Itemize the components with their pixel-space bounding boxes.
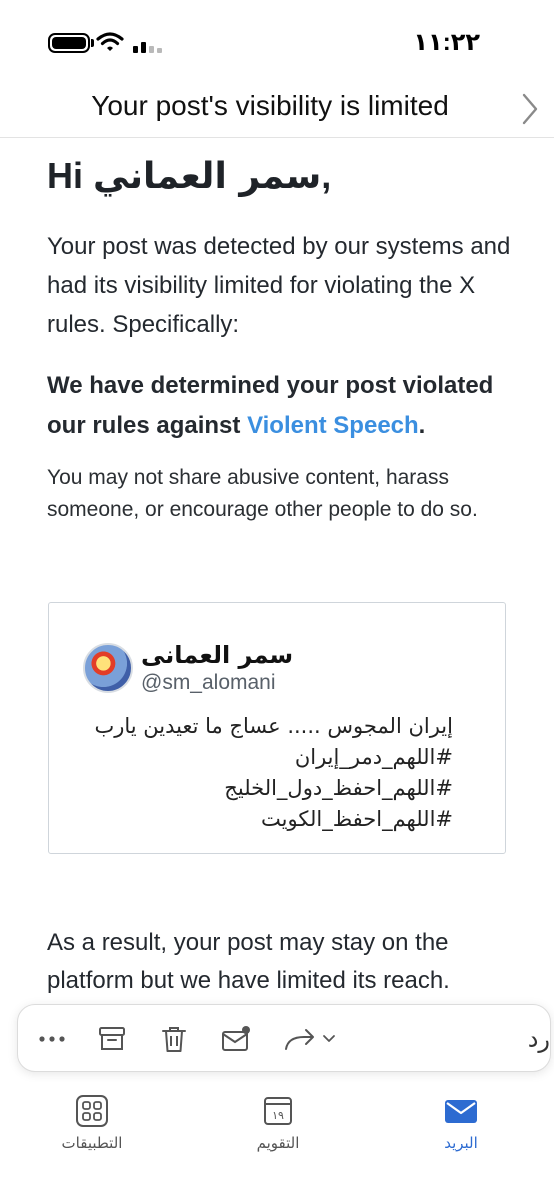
calendar-day: ١٩: [272, 1109, 284, 1122]
tweet-text-line: إيران المجوس ..... عساج ما تعيدين يارب: [94, 714, 453, 738]
tab-apps[interactable]: التطبيقات: [37, 1094, 147, 1164]
chevron-right-icon[interactable]: [520, 92, 540, 126]
calendar-icon: ١٩: [264, 1097, 292, 1125]
mail-icon: [445, 1100, 477, 1123]
tab-calendar-label: التقويم: [256, 1134, 300, 1152]
tweet-text-line: #اللهم_احفظ_الكويت: [261, 807, 453, 831]
rule-description: You may not share abusive content, haras…: [47, 466, 478, 521]
violent-speech-link[interactable]: Violent Speech: [247, 412, 419, 439]
tweet-text-line: #اللهم_دمر_إيران #اللهم_احفظ_دول_الخليج: [224, 745, 453, 800]
greeting-name: سمر العماني: [93, 156, 322, 197]
tweet-card[interactable]: سمر العمانى @sm_alomani إيران المجوس ...…: [48, 602, 506, 854]
tab-mail[interactable]: البريد: [406, 1094, 516, 1164]
apps-grid-icon: [76, 1095, 108, 1127]
more-icon[interactable]: [36, 1023, 68, 1055]
email-action-toolbar: رد: [17, 1004, 551, 1072]
determination-suffix: .: [418, 412, 426, 439]
determination-paragraph: We have determined your post violated ou…: [47, 366, 517, 446]
avatar: [83, 643, 133, 693]
cellular-signal-icon: [133, 42, 162, 53]
reply-button[interactable]: رد: [528, 1025, 550, 1053]
tweet-author-name: سمر العمانى: [141, 641, 294, 669]
status-bar: ١١:٢٢: [0, 0, 554, 78]
status-time: ١١:٢٢: [413, 29, 480, 56]
battery-cap: [91, 39, 94, 47]
greeting-prefix: Hi: [47, 155, 94, 196]
email-body: Hi سمر العماني, Your post was detected b…: [47, 148, 517, 526]
email-subject: Your post's visibility is limited: [91, 90, 449, 121]
battery-icon: [48, 33, 90, 53]
intro-paragraph: Your post was detected by our systems an…: [47, 233, 511, 338]
bottom-tab-bar: التطبيقات ١٩ التقويم البريد: [0, 1082, 554, 1200]
tab-calendar[interactable]: ١٩ التقويم: [223, 1094, 333, 1164]
tweet-text: إيران المجوس ..... عساج ما تعيدين يارب #…: [63, 711, 453, 835]
delete-icon[interactable]: [158, 1023, 190, 1055]
tweet-handle: @sm_alomani: [141, 671, 276, 694]
email-subject-bar: Your post's visibility is limited: [0, 78, 554, 138]
mark-unread-icon[interactable]: [220, 1023, 252, 1055]
archive-icon[interactable]: [96, 1023, 128, 1055]
forward-icon[interactable]: [282, 1023, 342, 1055]
wifi-icon: [96, 32, 124, 51]
result-paragraph: As a result, your post may stay on the p…: [47, 929, 450, 994]
greeting: Hi سمر العماني,: [47, 148, 517, 205]
tab-apps-label: التطبيقات: [61, 1134, 123, 1152]
greeting-suffix: ,: [321, 155, 332, 196]
tab-mail-label: البريد: [444, 1134, 478, 1152]
